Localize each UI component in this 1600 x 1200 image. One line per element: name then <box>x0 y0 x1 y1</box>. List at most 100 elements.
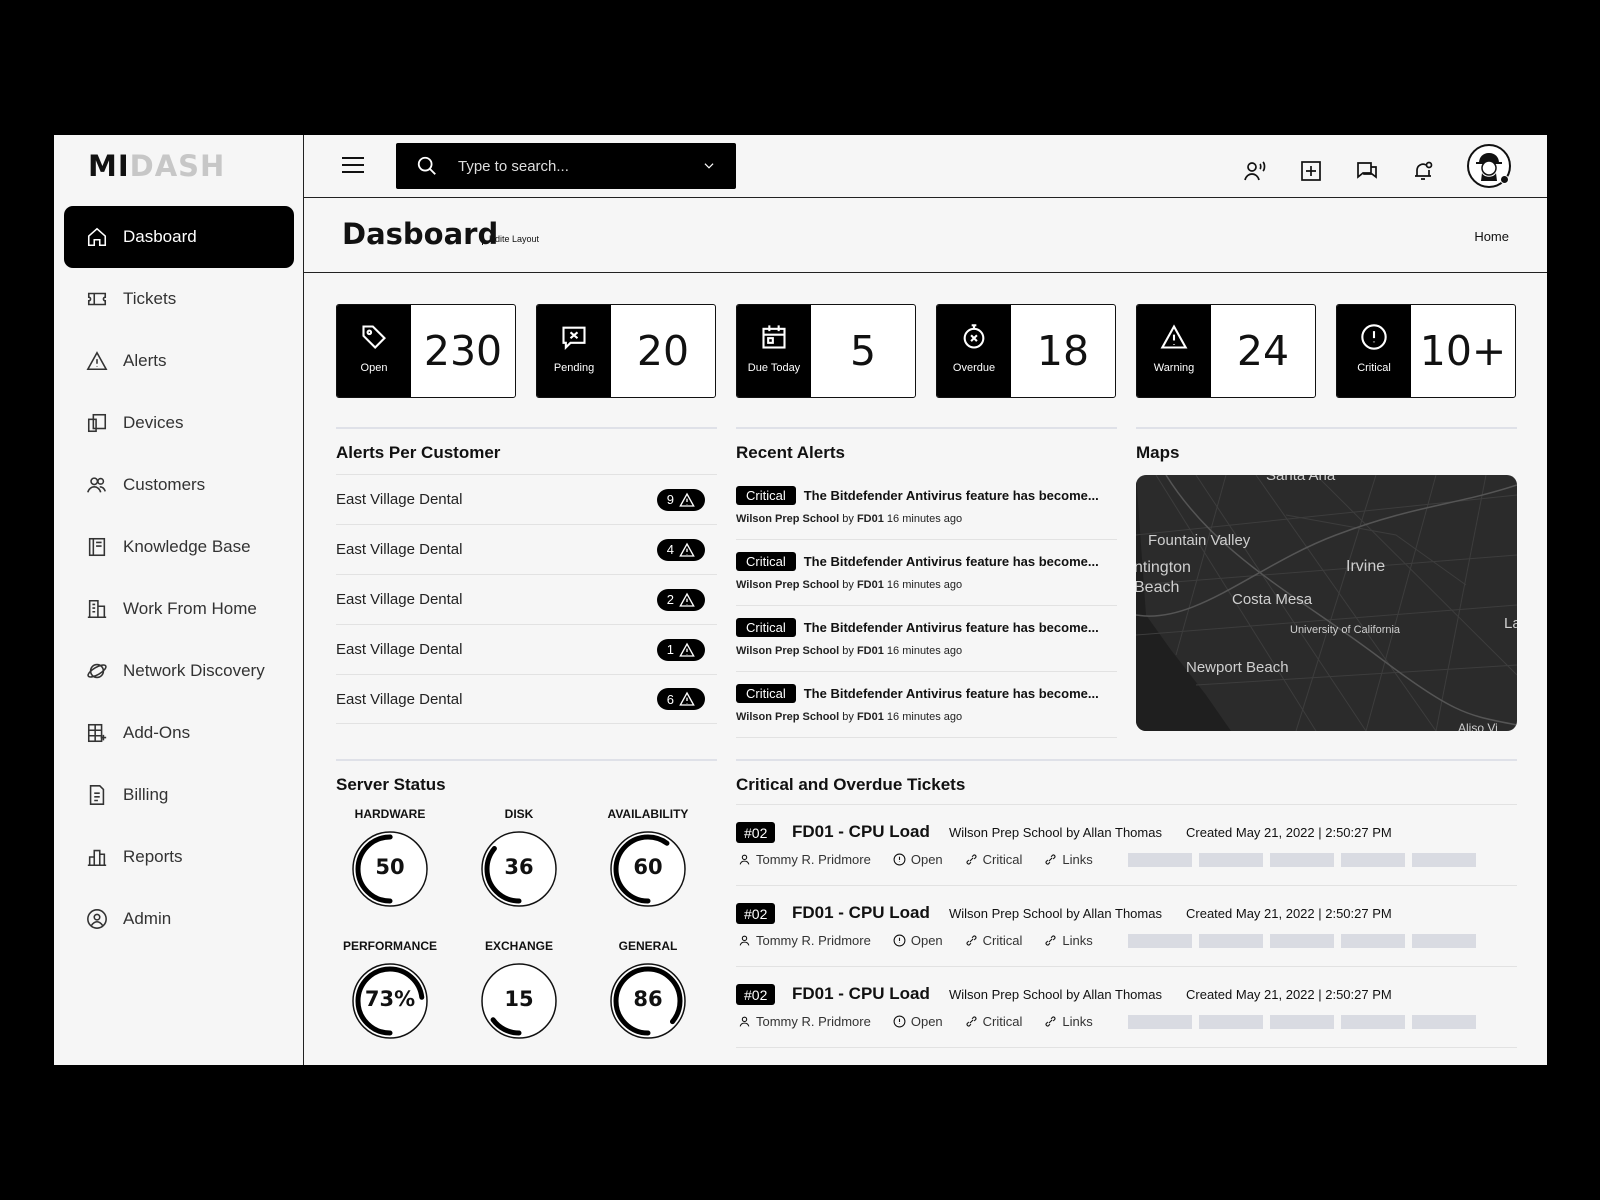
map-label: Irvine <box>1346 558 1386 575</box>
stat-card-warning[interactable]: Warning 24 <box>1136 304 1316 398</box>
stat-label: Overdue <box>952 362 996 374</box>
map-roads <box>1136 475 1517 731</box>
gauge-disk[interactable]: 36 <box>479 829 559 909</box>
gauge-exchange[interactable]: 15 <box>479 961 559 1041</box>
severity-badge: Critical <box>736 486 796 505</box>
breadcrumb[interactable]: Home <box>1474 229 1509 244</box>
ticket-icon <box>87 292 107 306</box>
sidebar-item-tickets[interactable]: Tickets <box>64 268 294 330</box>
alert-item[interactable]: Critical The Bitdefender Antivirus featur… <box>736 474 1117 540</box>
stat-card-overdue[interactable]: Overdue 18 <box>936 304 1116 398</box>
gauge-value: 73% <box>364 987 416 1011</box>
chat-icon[interactable] <box>1355 159 1379 183</box>
alert-count-badge: 4 <box>656 538 705 561</box>
sidebar-item-work-from-home[interactable]: Work From Home <box>64 578 294 640</box>
edit-layout-link[interactable]: Edite Layout <box>482 233 539 245</box>
sidebar-item-label: Admin <box>123 909 172 928</box>
list-item[interactable]: East Village Dental 2 <box>336 574 717 624</box>
alerts-per-customer-title: Alerts Per Customer <box>336 443 501 462</box>
list-item[interactable]: East Village Dental 9 <box>336 474 717 524</box>
chevron-down-icon[interactable] <box>702 159 716 173</box>
home-icon <box>87 227 107 247</box>
stat-value: 18 <box>1036 327 1090 375</box>
gauge-general[interactable]: 86 <box>608 961 688 1041</box>
link-icon <box>966 1016 977 1027</box>
alert-item[interactable]: Critical The Bitdefender Antivirus featur… <box>736 606 1117 672</box>
sidebar-item-alerts[interactable]: Alerts <box>64 330 294 392</box>
gauge-performance[interactable]: 73% <box>350 961 430 1041</box>
warning-icon <box>1160 324 1188 349</box>
ticket-meta: Tommy R. Pridmore Open Critical Links <box>738 852 1115 867</box>
section-divider <box>336 759 717 761</box>
sidebar-item-knowledge-base[interactable]: Knowledge Base <box>64 516 294 578</box>
ticket-id-badge: #02 <box>736 822 776 843</box>
gauge-hardware[interactable]: 50 <box>350 829 430 909</box>
map-label: Newport Beach <box>1186 659 1289 676</box>
ticket-placeholder-bars <box>1128 1015 1483 1029</box>
ticket-school: Wilson Prep School by Allan Thomas <box>949 825 1162 840</box>
alert-item[interactable]: Critical The Bitdefender Antivirus featur… <box>736 672 1117 738</box>
sidebar-item-admin[interactable]: Admin <box>64 888 294 950</box>
book-icon <box>88 537 106 557</box>
app-window: MIDASH Dasboard Tickets Alerts Devices C… <box>54 135 1547 1065</box>
map-label: ntington <box>1136 559 1191 576</box>
alert-circle-icon <box>1361 324 1387 350</box>
sidebar-item-label: Add-Ons <box>123 723 191 742</box>
bar-chart-icon <box>87 849 107 867</box>
ticket-title[interactable]: FD01 - CPU Load <box>792 822 930 842</box>
map[interactable]: Santa Ana Fountain Valley ntington Beach… <box>1136 475 1517 731</box>
map-label: Fountain Valley <box>1148 532 1251 549</box>
alert-text: The Bitdefender Antivirus feature has be… <box>803 620 1099 635</box>
sidebar-item-dashboard[interactable]: Dasboard <box>64 206 294 268</box>
section-divider <box>1136 427 1517 429</box>
contact-icon[interactable] <box>1243 159 1267 183</box>
notification-bell-icon[interactable] <box>1411 159 1435 183</box>
customer-name: East Village Dental <box>336 541 463 558</box>
ticket-row[interactable]: #02 FD01 - CPU Load Wilson Prep School b… <box>736 886 1517 967</box>
warning-icon <box>679 492 695 507</box>
gauge-availability[interactable]: 60 <box>608 829 688 909</box>
message-x-icon <box>562 326 586 351</box>
stat-card-critical[interactable]: Critical 10+ <box>1336 304 1516 398</box>
map-label: Aliso Vi <box>1458 721 1498 731</box>
gauge-label: PERFORMANCE <box>342 939 437 953</box>
add-icon[interactable] <box>1299 159 1323 183</box>
menu-icon[interactable] <box>342 157 364 175</box>
link-icon <box>966 854 977 865</box>
stat-card-due-today[interactable]: Due Today 5 <box>736 304 916 398</box>
sidebar-item-label: Customers <box>123 475 206 494</box>
warning-icon <box>679 592 695 607</box>
gauge-value: 86 <box>633 987 663 1011</box>
alert-circle-icon <box>893 853 906 866</box>
sidebar-item-label: Billing <box>123 785 169 804</box>
sidebar-item-label: Dasboard <box>123 227 197 246</box>
search-input[interactable]: Type to search... <box>396 143 736 189</box>
alert-item[interactable]: Critical The Bitdefender Antivirus featur… <box>736 540 1117 606</box>
warning-icon <box>679 691 695 706</box>
sidebar-item-reports[interactable]: Reports <box>64 826 294 888</box>
list-item[interactable]: East Village Dental 6 <box>336 674 717 724</box>
list-item[interactable]: East Village Dental 4 <box>336 524 717 574</box>
sidebar-item-devices[interactable]: Devices <box>64 392 294 454</box>
server-status-title: Server Status <box>336 775 446 794</box>
stat-value: 230 <box>423 327 503 375</box>
ticket-title[interactable]: FD01 - CPU Load <box>792 903 930 923</box>
gauge-value: 15 <box>504 987 534 1011</box>
sidebar-item-add-ons[interactable]: Add-Ons <box>64 702 294 764</box>
avatar[interactable] <box>1467 144 1511 188</box>
document-icon <box>89 785 105 805</box>
ticket-row[interactable]: #02 FD01 - CPU Load Wilson Prep School b… <box>736 805 1517 886</box>
stat-card-open[interactable]: Open 230 <box>336 304 516 398</box>
gauge-label: HARDWARE <box>354 807 426 821</box>
sidebar-item-network-discovery[interactable]: Network Discovery <box>64 640 294 702</box>
gauge-label: EXCHANGE <box>484 939 553 953</box>
ticket-title[interactable]: FD01 - CPU Load <box>792 984 930 1004</box>
stat-card-pending[interactable]: Pending 20 <box>536 304 716 398</box>
list-item[interactable]: East Village Dental 1 <box>336 624 717 674</box>
sidebar-item-billing[interactable]: Billing <box>64 764 294 826</box>
alert-circle-icon <box>893 1015 906 1028</box>
ticket-row[interactable]: #02 FD01 - CPU Load Wilson Prep School b… <box>736 967 1517 1048</box>
section-divider <box>336 427 717 429</box>
stopwatch-x-icon <box>963 324 985 349</box>
sidebar-item-customers[interactable]: Customers <box>64 454 294 516</box>
